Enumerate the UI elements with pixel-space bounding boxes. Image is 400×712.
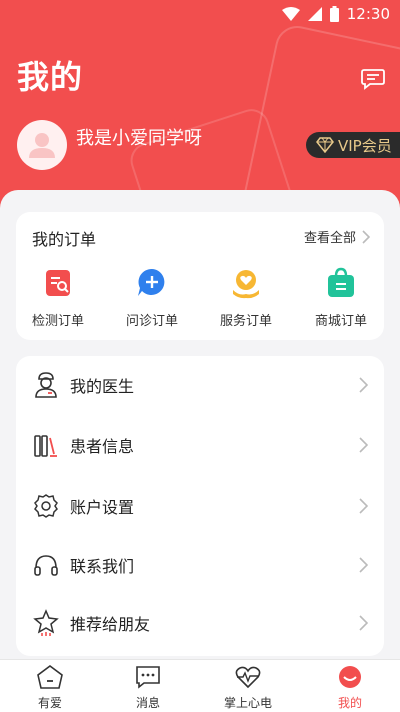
wifi-icon xyxy=(281,7,300,21)
tab-label: 有爱 xyxy=(37,696,62,710)
settings-menu-card: 我的医生 患者信息 账户设置 联系我们 推荐给朋友 xyxy=(16,356,384,656)
tab-label: 我的 xyxy=(337,696,362,710)
service-order-icon xyxy=(233,270,259,299)
tab-messages[interactable]: 消息 xyxy=(103,660,193,712)
chevron-right-icon xyxy=(359,498,368,514)
chevron-right-icon xyxy=(359,377,368,393)
menu-item-contact-us[interactable]: 联系我们 xyxy=(16,536,384,594)
user-avatar-icon xyxy=(29,133,55,158)
diamond-icon xyxy=(316,137,334,153)
vip-label: VIP会员 xyxy=(338,136,392,155)
consult-order-icon xyxy=(138,268,165,296)
status-bar: 12:30 xyxy=(281,4,390,24)
chevron-right-icon xyxy=(359,437,368,453)
orders-title: 我的订单 xyxy=(32,230,97,249)
test-order-button[interactable]: 检测订单 xyxy=(18,266,98,329)
menu-item-my-doctor[interactable]: 我的医生 xyxy=(16,356,384,414)
menu-label: 患者信息 xyxy=(70,437,135,456)
message-bubble-icon[interactable] xyxy=(361,68,385,90)
profile-icon xyxy=(339,666,361,688)
vip-badge[interactable]: VIP会员 xyxy=(306,132,400,158)
menu-item-account-settings[interactable]: 账户设置 xyxy=(16,477,384,535)
page-title: 我的 xyxy=(17,58,84,96)
doctor-icon xyxy=(32,371,60,399)
menu-item-recommend-friend[interactable]: 推荐给朋友 xyxy=(16,594,384,652)
mall-order-button[interactable]: 商城订单 xyxy=(301,266,381,329)
view-all-orders-link[interactable]: 查看全部 xyxy=(304,227,370,246)
menu-label: 我的医生 xyxy=(70,377,135,396)
status-time: 12:30 xyxy=(346,5,390,23)
chevron-right-icon xyxy=(359,557,368,573)
message-icon xyxy=(136,666,160,689)
consult-order-button[interactable]: 问诊订单 xyxy=(112,266,192,329)
view-all-label: 查看全部 xyxy=(303,231,356,246)
test-order-icon xyxy=(46,270,70,296)
mall-order-icon xyxy=(328,267,354,297)
username[interactable]: 我是小爱同学呀 xyxy=(76,124,202,150)
profile-header: 12:30 我的 我是小爱同学呀 VIP会员 xyxy=(0,0,400,215)
order-label: 商城订单 xyxy=(314,314,367,329)
menu-label: 推荐给朋友 xyxy=(70,615,151,634)
tab-handheld-ecg[interactable]: 掌上心电 xyxy=(203,660,293,712)
patient-info-icon xyxy=(32,431,60,459)
battery-icon xyxy=(329,6,339,22)
ecg-heart-icon xyxy=(235,666,261,689)
order-label: 检测订单 xyxy=(31,314,84,329)
home-face-icon xyxy=(37,665,63,689)
settings-gear-icon xyxy=(32,492,60,520)
orders-card: 我的订单 查看全部 检测订单 问诊订单 服务订单 商城订单 xyxy=(16,212,384,340)
tab-label: 消息 xyxy=(135,696,160,710)
order-label: 问诊订单 xyxy=(125,314,178,329)
tab-profile[interactable]: 我的 xyxy=(305,660,395,712)
menu-label: 联系我们 xyxy=(70,557,135,576)
tab-home[interactable]: 有爱 xyxy=(5,660,95,712)
signal-icon xyxy=(307,7,322,21)
service-order-button[interactable]: 服务订单 xyxy=(206,266,286,329)
tab-label: 掌上心电 xyxy=(223,696,272,710)
avatar[interactable] xyxy=(17,120,67,170)
chevron-right-icon xyxy=(359,615,368,631)
headset-icon xyxy=(32,551,60,579)
menu-label: 账户设置 xyxy=(70,498,135,517)
chevron-right-icon xyxy=(362,229,370,244)
menu-item-patient-info[interactable]: 患者信息 xyxy=(16,416,384,474)
bottom-tab-bar: 有爱 消息 掌上心电 我的 xyxy=(0,659,400,712)
order-label: 服务订单 xyxy=(219,314,272,329)
star-icon xyxy=(32,609,60,637)
